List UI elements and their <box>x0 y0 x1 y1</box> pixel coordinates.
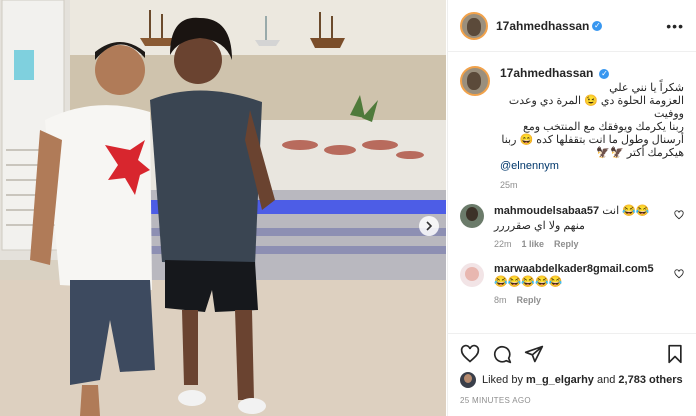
comment-bubble-icon[interactable] <box>492 344 512 364</box>
photo-illustration <box>0 0 446 416</box>
comment-reply-button[interactable]: Reply <box>554 239 579 249</box>
comment-likes[interactable]: 1 like <box>522 239 545 249</box>
comment-avatar[interactable] <box>460 263 484 287</box>
share-paper-plane-icon[interactable] <box>524 344 544 364</box>
caption-text: شكراً يا نني علي العزومة الحلوة دي 😉 الم… <box>501 82 684 159</box>
comment-username[interactable]: marwaabdelkader8gmail.com5 <box>494 263 674 275</box>
caption-avatar[interactable] <box>460 66 490 96</box>
post-timestamp[interactable]: 25 MINUTES AGO <box>448 388 696 413</box>
post-header: 17ahmedhassan ✓ ••• <box>448 0 696 52</box>
comment-time[interactable]: 8m <box>494 295 507 305</box>
comment-time[interactable]: 22m <box>494 239 512 249</box>
caption-mention[interactable]: @elnennym <box>500 160 684 172</box>
comment-item: marwaabdelkader8gmail.com5 😂😂😂😂😂 8m Repl… <box>448 263 696 305</box>
likes-prefix: Liked by <box>482 374 523 386</box>
comment-text-line2: منهم ولا اي صقرررر <box>494 220 585 232</box>
liker-username[interactable]: m_g_elgarhy <box>526 374 594 386</box>
instagram-post: 17ahmedhassan ✓ ••• 17ahmedhassan ✓ شكرا… <box>0 0 696 416</box>
heart-icon[interactable] <box>674 210 684 220</box>
comment-avatar[interactable] <box>460 204 484 228</box>
heart-icon[interactable] <box>674 269 684 279</box>
liker-avatar[interactable] <box>460 372 476 388</box>
bookmark-icon[interactable] <box>665 344 685 364</box>
likes-count[interactable]: 2,783 others <box>618 374 682 386</box>
verified-badge-icon: ✓ <box>592 20 603 31</box>
avatar[interactable] <box>460 11 488 40</box>
caption: 17ahmedhassan ✓ شكراً يا نني علي العزومة… <box>448 52 696 190</box>
like-heart-icon[interactable] <box>460 344 480 364</box>
chevron-right-icon <box>426 221 433 231</box>
header-username[interactable]: 17ahmedhassan <box>496 19 589 33</box>
comment-text: انت 😂😂 <box>602 205 650 217</box>
caption-time[interactable]: 25m <box>500 180 684 190</box>
likes-summary: Liked by m_g_elgarhy and 2,783 others <box>448 368 696 388</box>
caption-username[interactable]: 17ahmedhassan <box>500 66 593 80</box>
comment-username[interactable]: mahmoudelsabaa57 <box>494 205 599 217</box>
comment-text: 😂😂😂😂😂 <box>494 276 563 288</box>
post-sidebar: 17ahmedhassan ✓ ••• 17ahmedhassan ✓ شكرا… <box>447 0 696 416</box>
comment-item: mahmoudelsabaa57 انت 😂😂 منهم ولا اي صقرر… <box>448 204 696 249</box>
post-photo[interactable] <box>0 0 446 416</box>
next-photo-button[interactable] <box>419 216 439 236</box>
comment-reply-button[interactable]: Reply <box>517 295 542 305</box>
verified-badge-icon: ✓ <box>599 69 610 79</box>
ellipsis-icon[interactable]: ••• <box>666 18 684 34</box>
post-actions: Liked by m_g_elgarhy and 2,783 others 25… <box>448 333 696 413</box>
comments-section[interactable]: 17ahmedhassan ✓ شكراً يا نني علي العزومة… <box>448 52 696 332</box>
likes-mid: and <box>596 374 616 386</box>
